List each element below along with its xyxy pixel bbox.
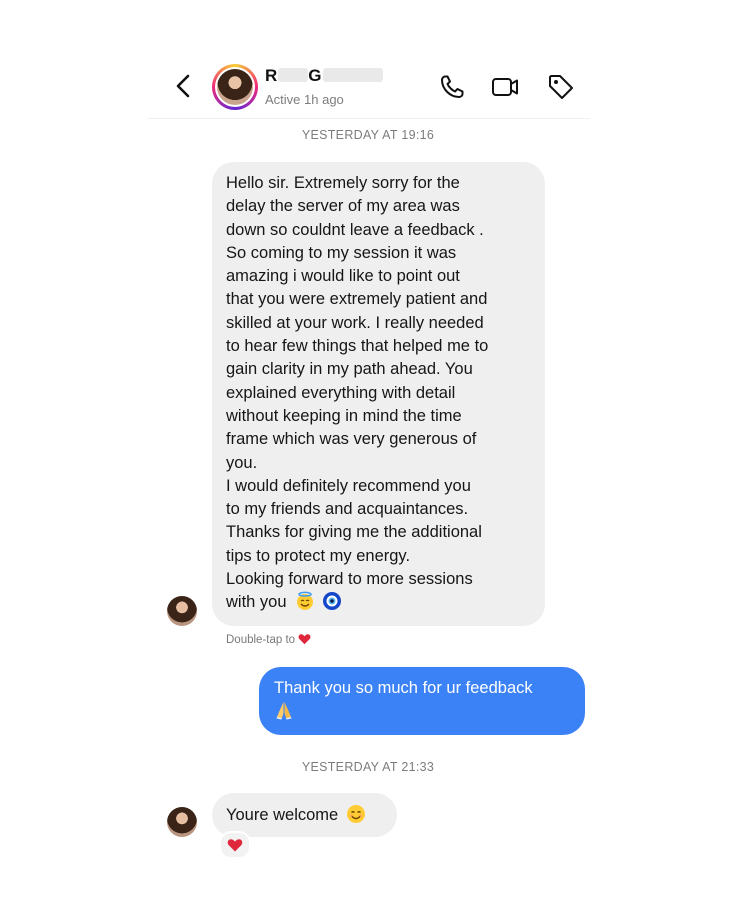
name-initial-first: R [265,66,279,85]
message-line: I would definitely recommend you [226,476,471,495]
double-tap-hint: Double-tap to [226,633,311,646]
back-button[interactable] [172,72,196,100]
red-heart-icon [227,839,243,852]
message-line: explained everything with detail [226,383,456,402]
outgoing-message-bubble[interactable]: Thank you so much for ur feedback [259,667,585,735]
message-line: skilled at your work. I really needed [226,313,484,332]
chevron-left-icon [176,74,190,98]
message-line: you. [226,453,258,472]
header-divider [148,118,590,119]
sender-avatar[interactable] [167,807,197,837]
message-line: frame which was very generous of [226,430,477,449]
sender-avatar[interactable] [167,596,197,626]
message-line: Hello sir. Extremely sorry for the [226,174,460,192]
message-line: So coming to my session it was [226,243,457,262]
message-line: Youre welcome [226,806,339,824]
message-line: delay the server of my area was [226,197,460,216]
name-redaction [278,68,309,82]
message-line: Thanks for giving me the additional [226,523,482,542]
red-heart-icon [298,634,311,645]
tag-button[interactable] [546,72,576,102]
reaction-badge[interactable] [219,831,251,859]
message-line: to hear few things that helped me to [226,337,489,356]
video-call-button[interactable] [490,72,520,102]
message-line: tips to protect my energy. [226,546,411,565]
contact-avatar[interactable] [212,64,258,110]
smiling-face-emoji-icon [346,805,365,823]
message-line: that you were extremely patient and [226,290,488,309]
nazar-amulet-emoji-icon [322,592,341,611]
video-icon [492,78,518,96]
incoming-message-bubble[interactable]: Hello sir. Extremely sorry for the delay… [212,162,545,626]
message-line: Looking forward to more sessions [226,570,473,589]
message-line: down so couldnt leave a feedback . [226,220,484,239]
timestamp: YESTERDAY AT 19:16 [301,128,435,142]
voice-call-button[interactable] [437,72,467,102]
name-redaction [322,68,383,82]
timestamp: YESTERDAY AT 21:33 [301,760,435,774]
message-line: Thank you so much for ur feedback [274,679,533,697]
message-line: gain clarity in my path ahead. You [226,360,473,379]
message-line: with you [226,591,488,614]
message-line: without keeping in mind the time [226,406,462,425]
folded-hands-emoji-icon [276,702,292,720]
message-line: amazing i would like to point out [226,267,460,286]
active-status: Active 1h ago [265,92,344,107]
message-line: to my friends and acquaintances. [226,500,469,519]
message-text: Youre welcome [226,804,366,827]
contact-name[interactable]: RG [265,66,383,86]
message-line [274,700,533,724]
phone-icon [441,75,464,98]
avatar-photo [217,69,253,105]
message-text: Thank you so much for ur feedback [274,677,533,724]
message-text: Hello sir. Extremely sorry for the delay… [226,172,488,615]
tag-icon [549,75,573,99]
halo-smile-emoji-icon [297,591,314,611]
name-initial-second: G [308,66,323,85]
